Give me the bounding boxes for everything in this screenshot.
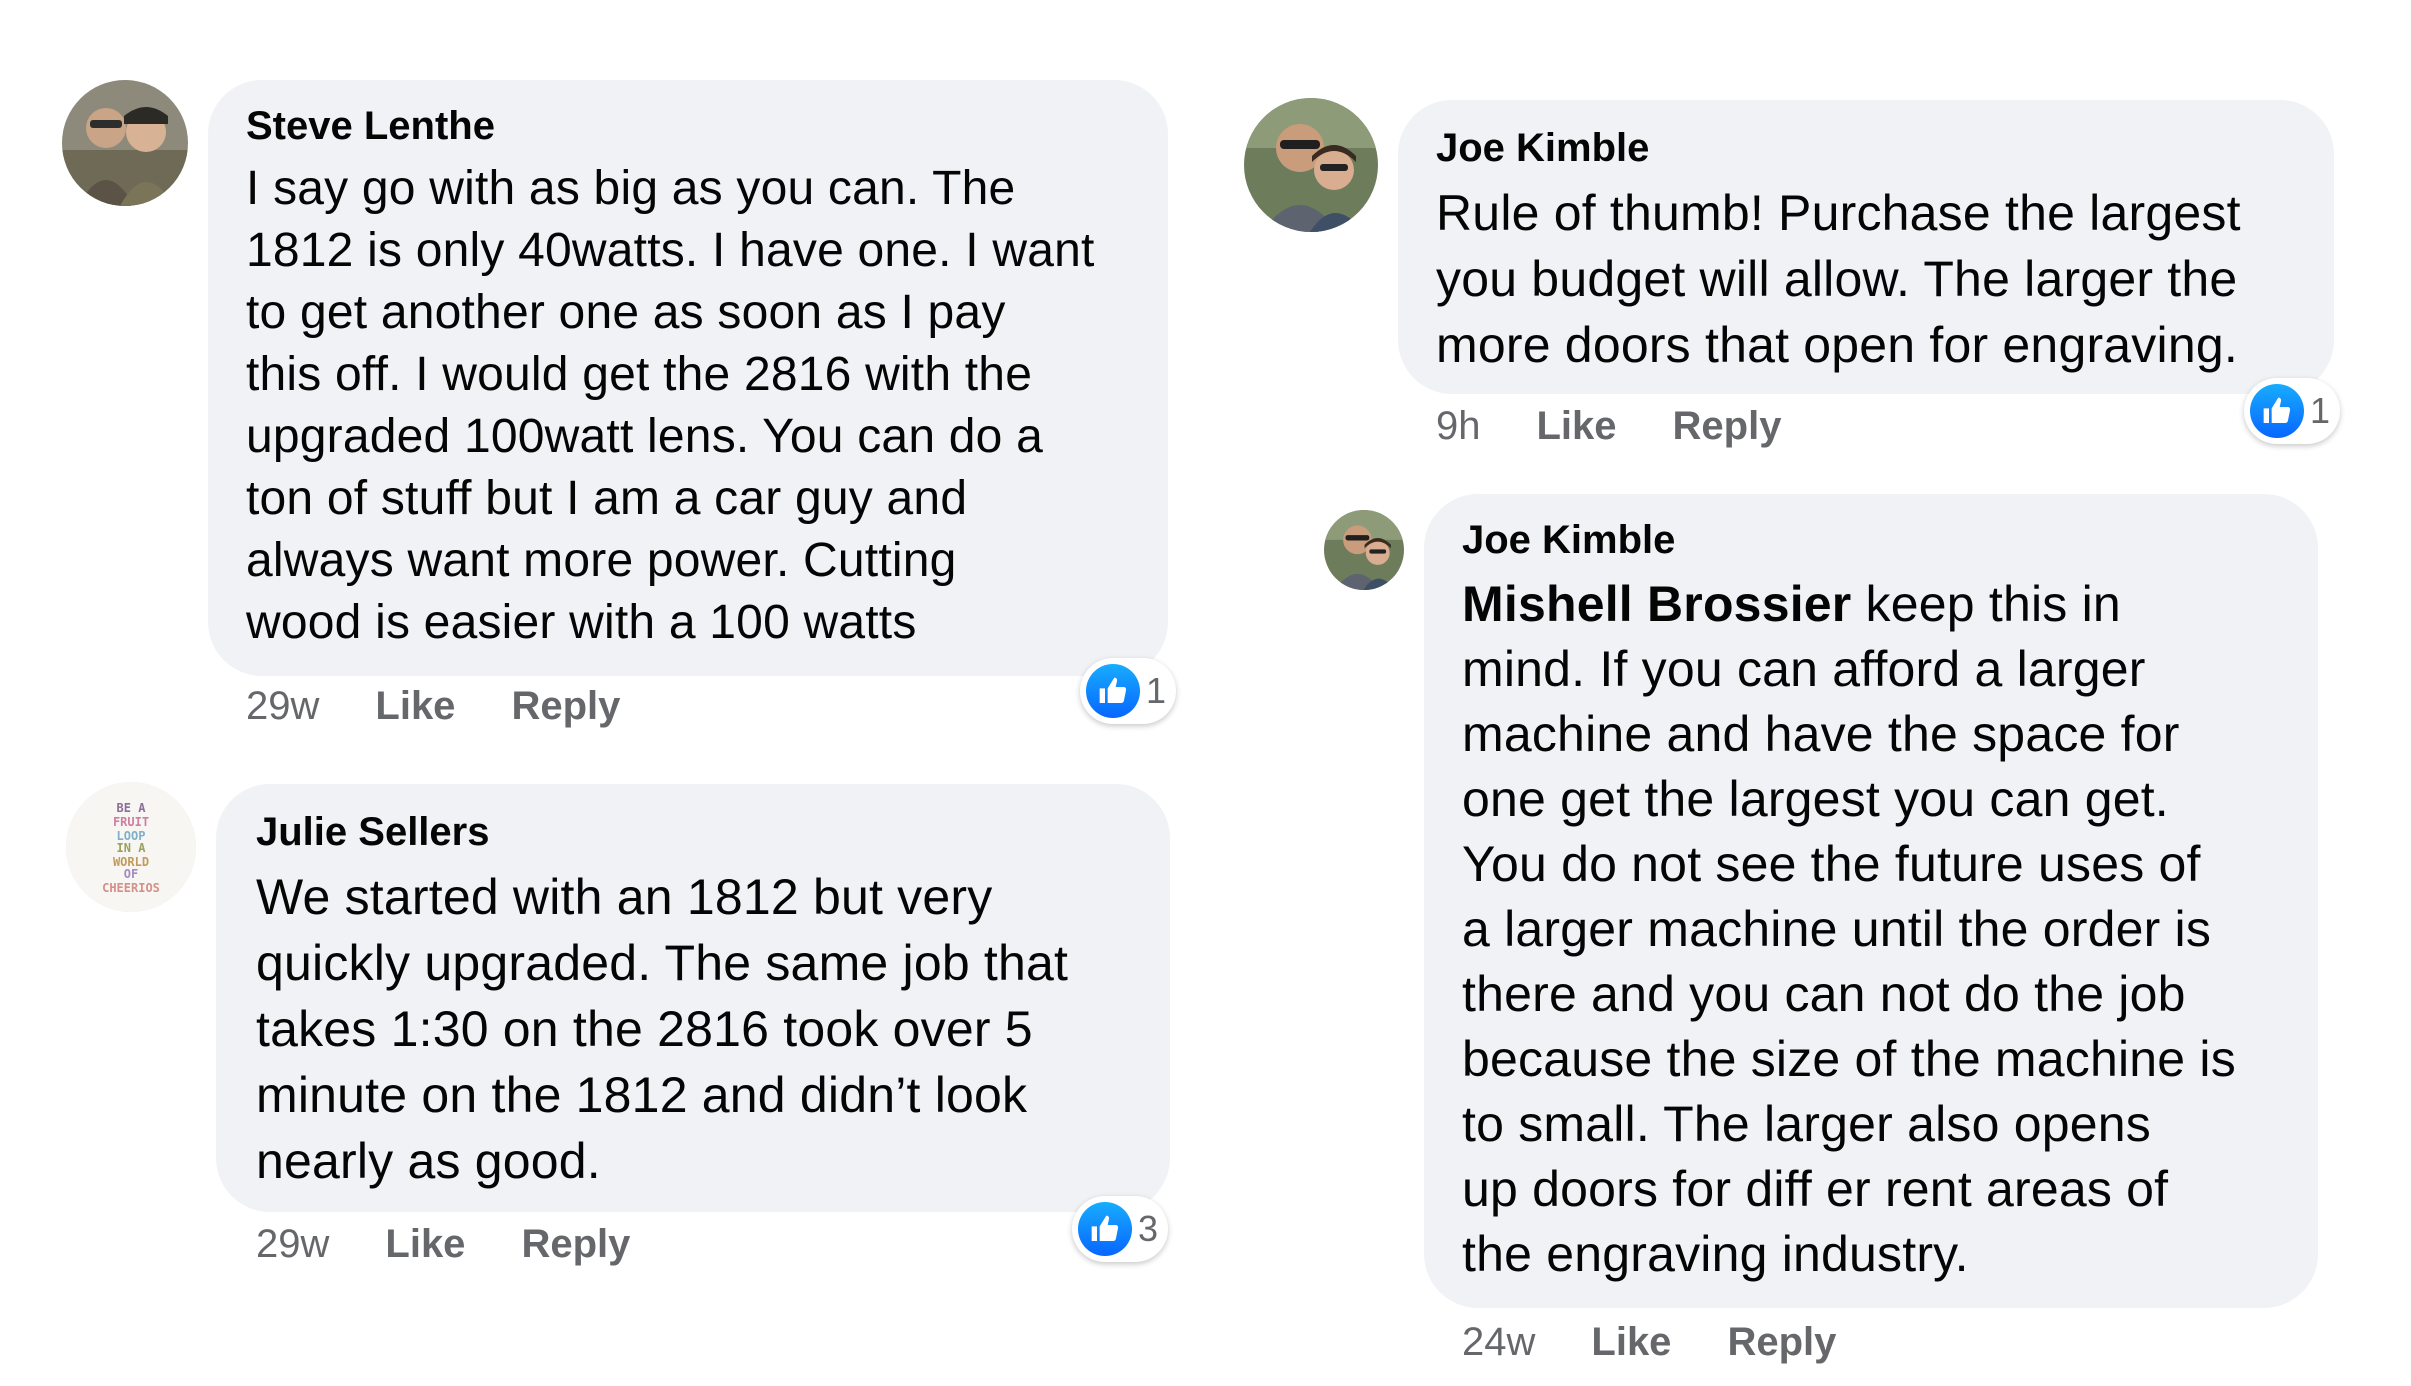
avatar[interactable] <box>62 80 188 206</box>
svg-text:CHEERIOS: CHEERIOS <box>102 881 160 895</box>
reaction-badge[interactable]: 1 <box>1080 658 1177 724</box>
profile-photo-icon <box>1324 510 1404 590</box>
comment-line: nearly as good. <box>256 1133 601 1189</box>
reply-button[interactable]: Reply <box>521 1220 630 1268</box>
comment-line: minute on the 1812 and didn’t look <box>256 1067 1028 1123</box>
like-button[interactable]: Like <box>1591 1318 1671 1366</box>
comment-line: more doors that open for engraving. <box>1436 317 2238 373</box>
comment-line: always want more power. Cutting <box>246 534 957 587</box>
comment-text: I say go with as big as you can. The 181… <box>246 158 1168 654</box>
comment-line: wood is easier with a 100 watts <box>246 596 917 649</box>
profile-photo-icon <box>1244 98 1378 232</box>
comment-line: to small. The larger also opens <box>1462 1096 2151 1152</box>
comment-author[interactable]: Joe Kimble <box>1436 124 2334 172</box>
reply-button[interactable]: Reply <box>1727 1318 1836 1366</box>
thumbs-up-icon <box>1078 1202 1132 1256</box>
reaction-count: 3 <box>1138 1208 1159 1249</box>
like-button[interactable]: Like <box>1537 402 1617 450</box>
comment-timestamp[interactable]: 24w <box>1462 1318 1535 1366</box>
comment-line: the engraving industry. <box>1462 1226 1969 1282</box>
like-button[interactable]: Like <box>375 682 455 730</box>
comment-line: mind. If you can afford a larger <box>1462 641 2146 697</box>
avatar[interactable]: BE A FRUIT LOOP IN A WORLD OF CHEERIOS <box>66 782 196 912</box>
comment-line: you budget will allow. The larger the <box>1436 251 2238 307</box>
thumbs-up-icon <box>1086 664 1140 718</box>
svg-text:OF: OF <box>124 867 138 881</box>
profile-photo-icon <box>62 80 188 206</box>
comment-line: up doors for diff er rent areas of <box>1462 1161 2169 1217</box>
reaction-count: 1 <box>1146 670 1167 711</box>
reply-button[interactable]: Reply <box>511 682 620 730</box>
thumbs-up-icon <box>2250 384 2304 438</box>
comment-line: upgraded 100watt lens. You can do a <box>246 410 1043 463</box>
comment-author[interactable]: Julie Sellers <box>256 808 1170 856</box>
comment-line: machine and have the space for <box>1462 706 2180 762</box>
comment-line: I say go with as big as you can. The <box>246 162 1016 215</box>
comment-actions: 24w Like Reply <box>1462 1318 1836 1366</box>
comment-author[interactable]: Steve Lenthe <box>246 102 1168 150</box>
comment-line: We started with an 1812 but very <box>256 869 993 925</box>
comment-text: Rule of thumb! Purchase the largest you … <box>1436 180 2334 378</box>
reaction-count: 1 <box>2310 390 2331 431</box>
quote-image-icon: BE A FRUIT LOOP IN A WORLD OF CHEERIOS <box>66 782 196 912</box>
comment-line: this off. I would get the 2816 with the <box>246 348 1033 401</box>
mention-link[interactable]: Mishell Brossier <box>1462 576 1851 632</box>
comment-line: Mishell Brossier keep this in <box>1462 572 2318 637</box>
avatar[interactable] <box>1324 510 1404 590</box>
comment-bubble: Joe Kimble Mishell Brossier keep this in… <box>1424 494 2318 1308</box>
reaction-badge[interactable]: 1 <box>2244 378 2341 444</box>
comment-line: takes 1:30 on the 2816 took over 5 <box>256 1001 1033 1057</box>
comment-bubble: Julie Sellers We started with an 1812 bu… <box>216 784 1170 1212</box>
comment-line-rest: keep this in <box>1851 576 2121 632</box>
comment-bubble: Steve Lenthe I say go with as big as you… <box>208 80 1168 676</box>
comment-actions: 29w Like Reply <box>246 682 620 730</box>
comment-actions: 9h Like Reply <box>1436 402 1781 450</box>
comment-bubble: Joe Kimble Rule of thumb! Purchase the l… <box>1398 100 2334 394</box>
comment-line: because the size of the machine is <box>1462 1031 2236 1087</box>
comment-line: Rule of thumb! Purchase the largest <box>1436 185 2241 241</box>
comment-line: a larger machine until the order is <box>1462 901 2212 957</box>
comment-author[interactable]: Joe Kimble <box>1462 516 2318 564</box>
comment-line: there and you can not do the job <box>1462 966 2186 1022</box>
comment-timestamp[interactable]: 9h <box>1436 402 1481 450</box>
like-button[interactable]: Like <box>385 1220 465 1268</box>
comment-text: Mishell Brossier keep this in mind. If y… <box>1462 572 2318 1287</box>
comment-timestamp[interactable]: 29w <box>246 682 319 730</box>
comment-timestamp[interactable]: 29w <box>256 1220 329 1268</box>
svg-text:IN A: IN A <box>117 841 147 855</box>
reaction-badge[interactable]: 3 <box>1072 1196 1169 1262</box>
svg-text:BE A: BE A <box>117 801 147 815</box>
comment-line: 1812 is only 40watts. I have one. I want <box>246 224 1095 277</box>
comment-line: ton of stuff but I am a car guy and <box>246 472 968 525</box>
comment-line: You do not see the future uses of <box>1462 836 2201 892</box>
comment-line: to get another one as soon as I pay <box>246 286 1006 339</box>
avatar[interactable] <box>1244 98 1378 232</box>
comment-text: We started with an 1812 but very quickly… <box>256 864 1170 1194</box>
comment-line: quickly upgraded. The same job that <box>256 935 1069 991</box>
comment-line: one get the largest you can get. <box>1462 771 2169 827</box>
reply-button[interactable]: Reply <box>1673 402 1782 450</box>
comment-actions: 29w Like Reply <box>256 1220 630 1268</box>
svg-text:FRUIT: FRUIT <box>113 815 149 829</box>
